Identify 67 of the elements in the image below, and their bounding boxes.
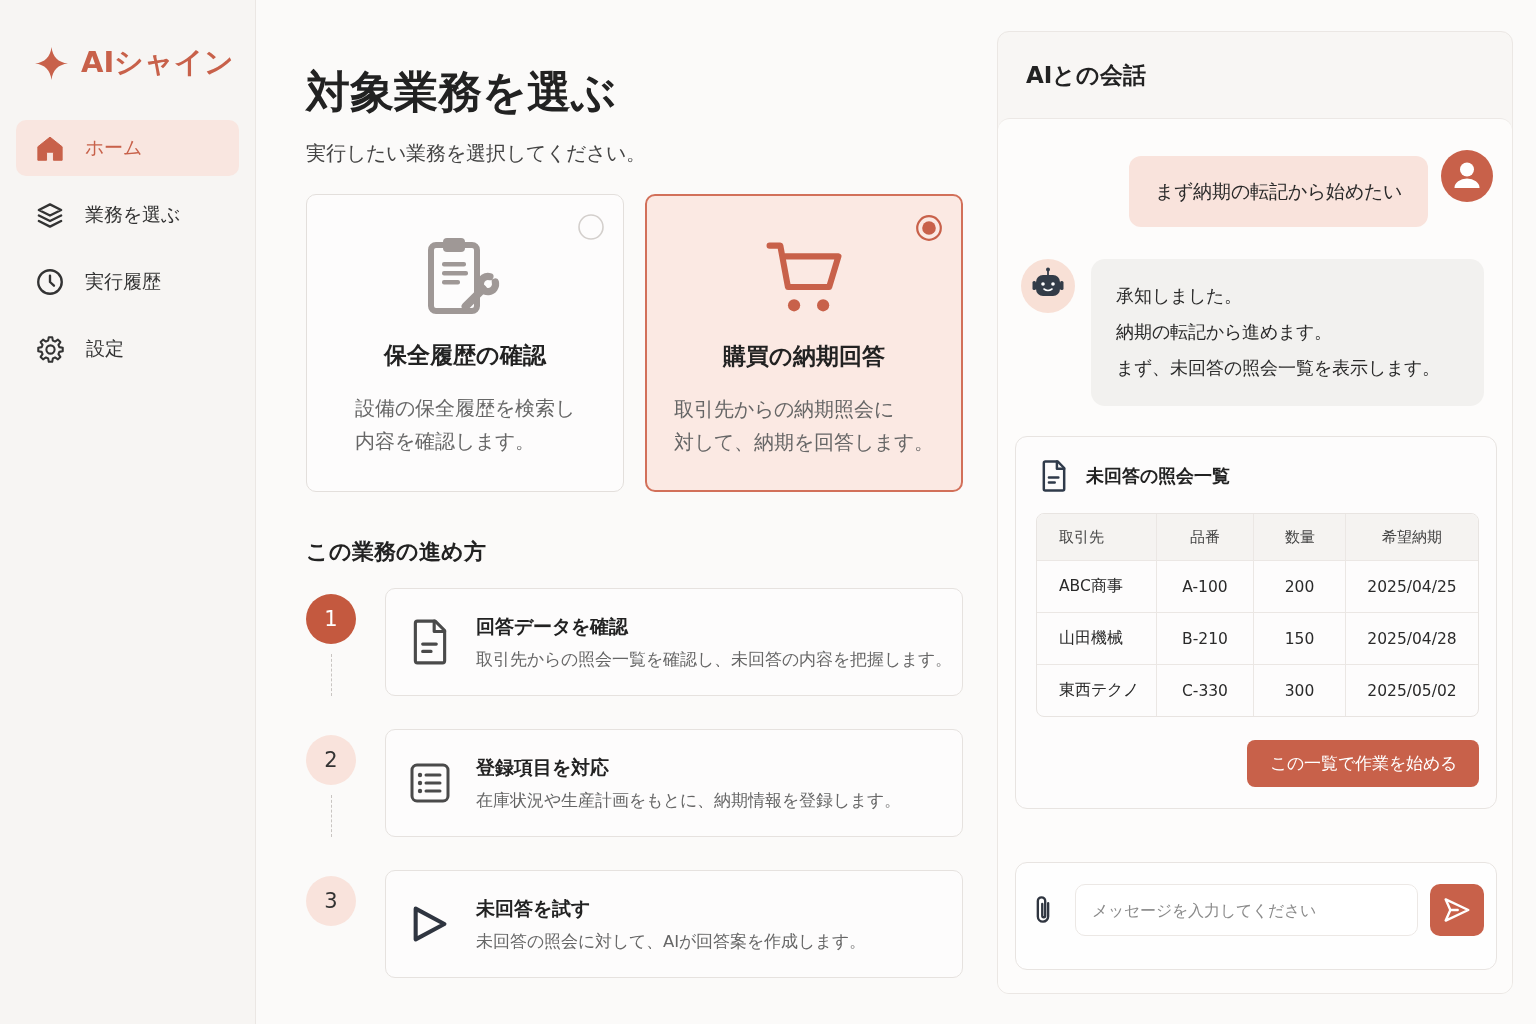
step-description: 取引先からの照会一覧を確認し、未回答の内容を把握します。	[476, 648, 952, 671]
table-cell: C-330	[1157, 664, 1254, 716]
message-text: 承知しました。	[1116, 284, 1242, 308]
table-cell: 150	[1254, 612, 1346, 664]
step-description: 未回答の照会に対して、AIが回答案を作成します。	[476, 930, 867, 953]
card-title: 保全履歴の確認	[384, 341, 546, 370]
step-connector	[330, 654, 332, 696]
step-title: 回答データを確認	[476, 613, 630, 639]
page-subtitle: 実行したい業務を選択してください。	[306, 141, 647, 167]
column-header: 数量	[1254, 514, 1346, 560]
column-header: 品番	[1157, 514, 1254, 560]
message-text: まず、未回答の照会一覧を表示します。	[1116, 356, 1440, 380]
card-description: 内容を確認します。	[355, 429, 535, 455]
table-cell: 200	[1254, 560, 1346, 612]
table-cell: A-100	[1157, 560, 1254, 612]
document-icon	[413, 619, 447, 665]
nav-item[interactable]: 設定	[16, 321, 239, 377]
user-avatar-icon	[1441, 150, 1493, 202]
list-icon	[410, 763, 450, 803]
table-cell: ABC商事	[1037, 560, 1157, 612]
nav-item[interactable]: 実行履歴	[16, 254, 239, 310]
radio-button[interactable]	[916, 215, 942, 241]
step-title: 登録項目を対応	[476, 754, 610, 780]
settings-icon	[37, 335, 64, 363]
table-cell: 300	[1254, 664, 1346, 716]
card-title: 未回答の照会一覧	[1086, 464, 1230, 488]
send-icon	[1444, 898, 1470, 922]
table-cell: 2025/04/28	[1346, 612, 1478, 664]
clipboard-wrench-icon	[428, 236, 502, 316]
send-button[interactable]	[1430, 884, 1484, 936]
step-connector	[330, 795, 332, 837]
column-header: 取引先	[1037, 514, 1157, 560]
app-logo: AIシャイン	[81, 44, 235, 81]
step-description: 在庫状況や生産計画をもとに、納期情報を登録します。	[476, 789, 901, 812]
start-button[interactable]: この一覧で作業を始める	[1247, 740, 1479, 787]
message-text: 納期の転記から進めます。	[1116, 320, 1332, 344]
nav-item[interactable]: 業務を選ぶ	[16, 187, 239, 243]
card-description: 対して、納期を回答します。	[674, 430, 934, 456]
table-cell: 山田機械	[1037, 612, 1157, 664]
card-title: 購買の納期回答	[723, 342, 885, 371]
sparkle-icon	[35, 46, 68, 80]
card-description: 取引先からの納期照会に	[674, 397, 894, 423]
step-number: 2	[306, 735, 356, 785]
layers-icon	[37, 202, 63, 228]
home-icon	[37, 135, 63, 161]
document-icon	[1042, 460, 1066, 492]
clock-icon	[37, 269, 63, 295]
task-card[interactable]: 保全履歴の確認 設備の保全履歴を検索し 内容を確認します。	[306, 194, 624, 492]
paperclip-icon[interactable]	[1036, 896, 1050, 924]
table-cell: 東西テクノ	[1037, 664, 1157, 716]
card-description: 設備の保全履歴を検索し	[355, 396, 575, 422]
robot-avatar-icon	[1021, 259, 1075, 313]
message-input[interactable]: メッセージを入力してください	[1075, 884, 1418, 936]
step-title: 未回答を試す	[476, 895, 591, 921]
step-number: 1	[306, 594, 356, 644]
cart-icon	[765, 241, 843, 313]
table-cell: B-210	[1157, 612, 1254, 664]
panel-title: AIとの会話	[1026, 60, 1147, 90]
section-heading: この業務の進め方	[306, 538, 487, 566]
table-cell: 2025/04/25	[1346, 560, 1478, 612]
step-number: 3	[306, 876, 356, 926]
message-text: まず納期の転記から始めたい	[1155, 179, 1402, 204]
table-cell: 2025/05/02	[1346, 664, 1478, 716]
task-card[interactable]: 購買の納期回答 取引先からの納期照会に 対して、納期を回答します。	[645, 194, 963, 492]
page-title: 対象業務を選ぶ	[306, 65, 617, 119]
column-header: 希望納期	[1346, 514, 1478, 560]
play-icon	[413, 905, 447, 943]
